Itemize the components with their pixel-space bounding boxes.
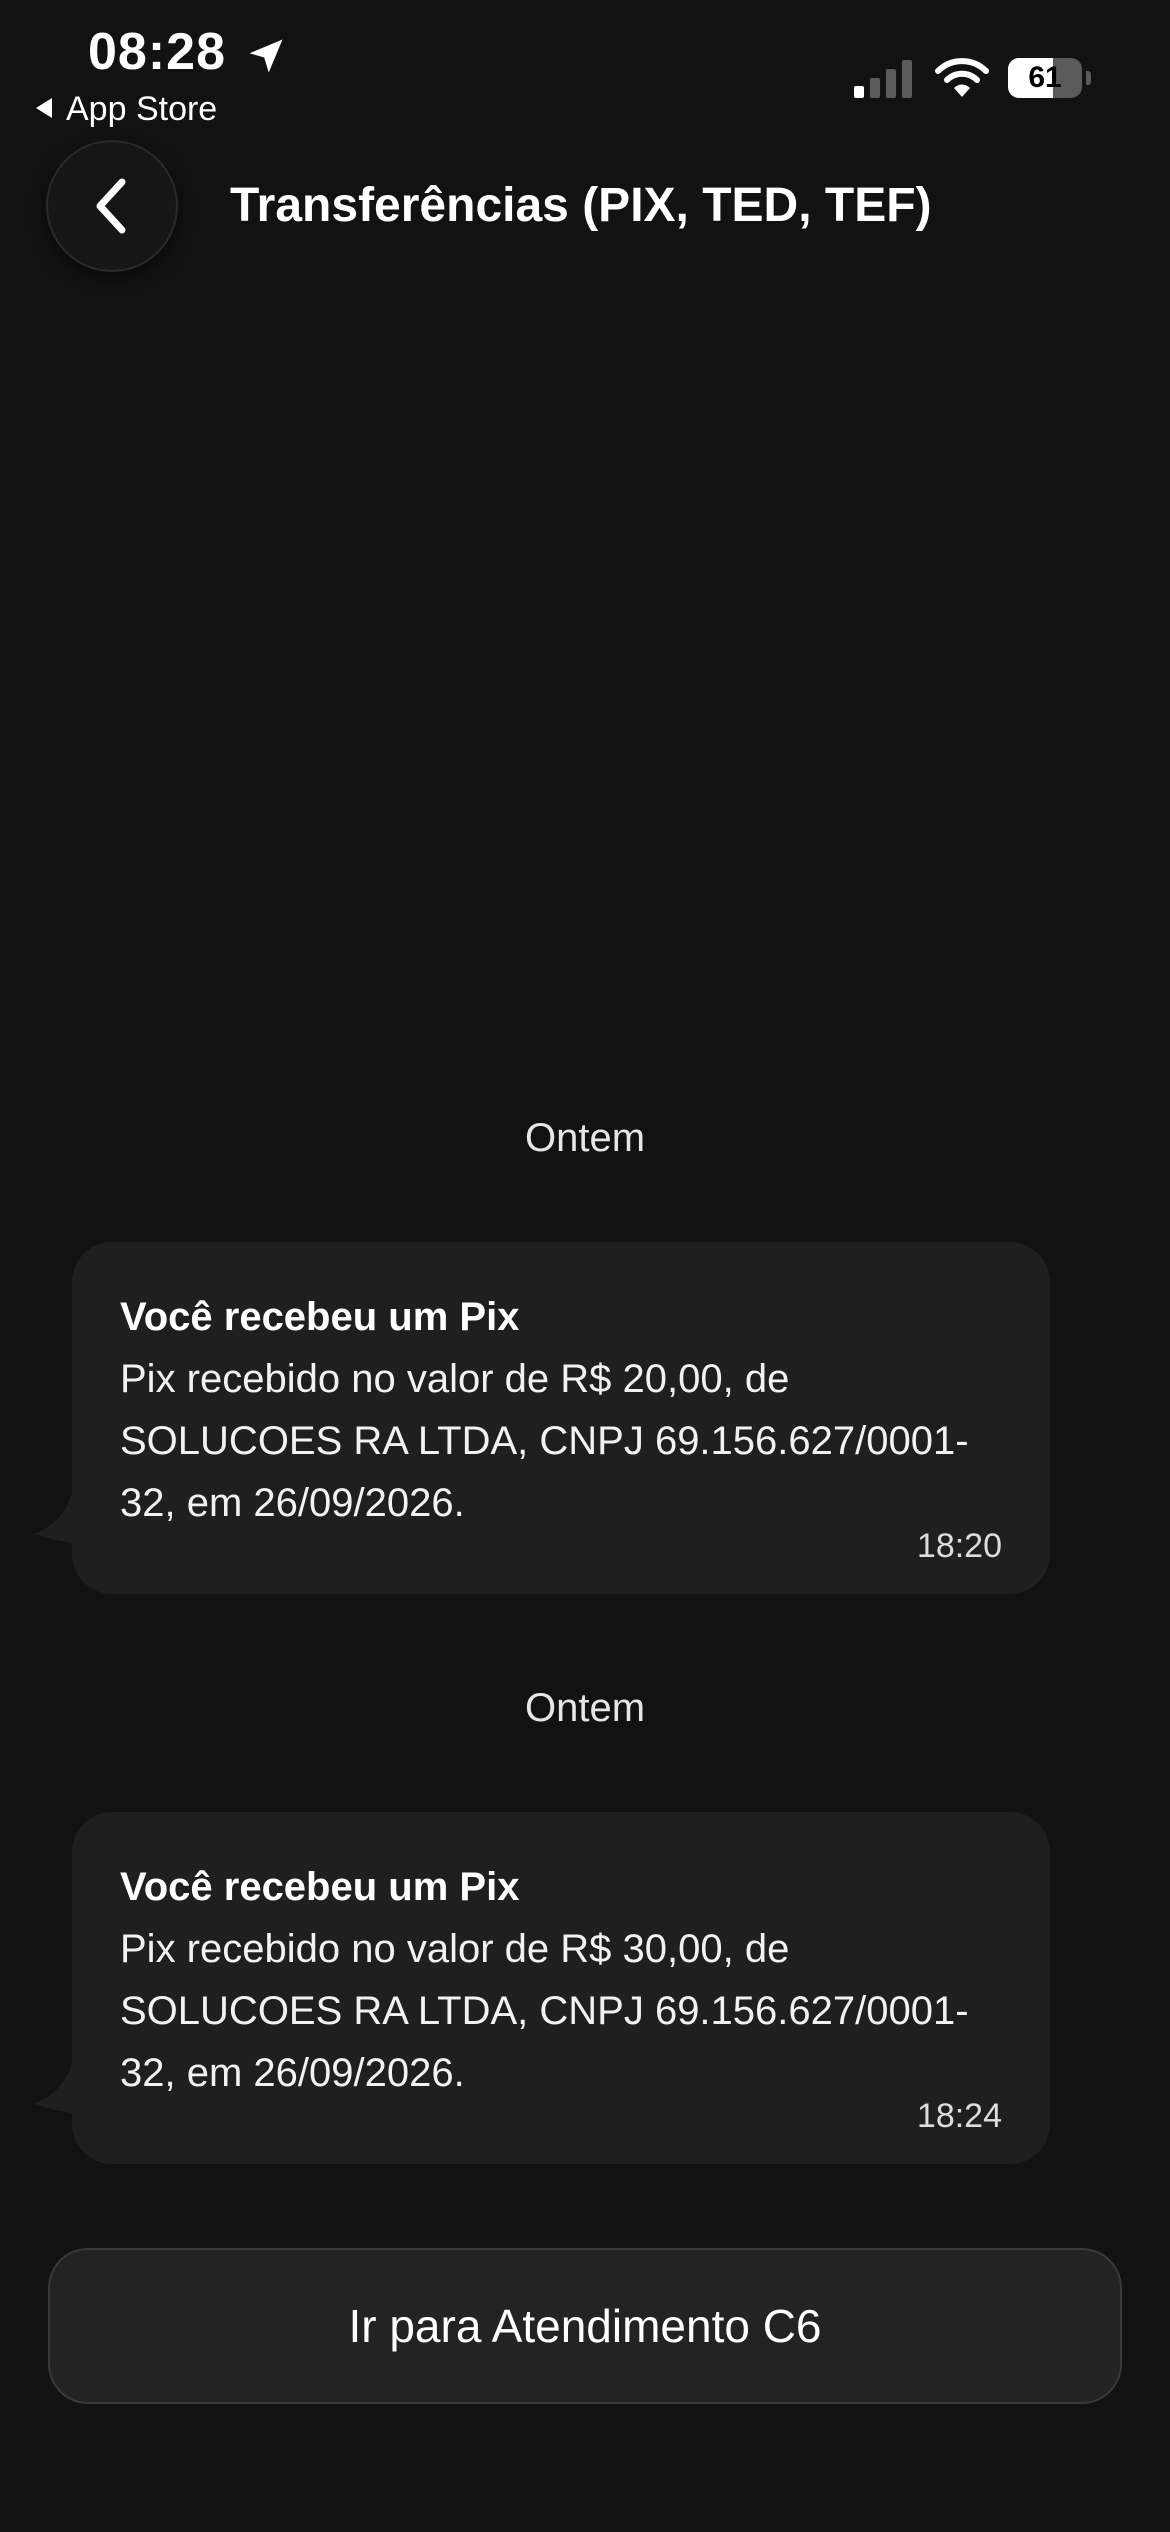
- message-time: 18:24: [916, 2097, 1002, 2135]
- message-body: Pix recebido no valor de R$ 30,00, de SO…: [120, 1927, 969, 2095]
- message-title: Você recebeu um Pix: [120, 1865, 520, 1909]
- battery-tip: [1086, 71, 1091, 85]
- chevron-left-icon: [96, 178, 126, 234]
- message-body: Pix recebido no valor de R$ 20,00, de SO…: [120, 1357, 969, 1525]
- page-title: Transferências (PIX, TED, TEF): [230, 179, 932, 232]
- back-to-app-label: App Store: [66, 90, 218, 128]
- status-time: 08:28: [88, 23, 226, 81]
- bubble-tail: [34, 1486, 94, 1546]
- wifi-icon: [935, 58, 989, 97]
- message-bubble: Você recebeu um Pix Pix recebido no valo…: [34, 1242, 1050, 1594]
- battery-icon: 61: [1008, 58, 1091, 98]
- message-title: Você recebeu um Pix: [120, 1295, 520, 1339]
- message-time: 18:20: [916, 1527, 1002, 1565]
- go-to-support-button[interactable]: Ir para Atendimento C6: [48, 2248, 1122, 2404]
- battery-level: 61: [1028, 61, 1062, 94]
- back-button[interactable]: [48, 142, 176, 270]
- location-arrow-icon: [249, 39, 283, 73]
- date-separator: Ontem: [524, 1686, 646, 1730]
- back-triangle-icon: [36, 98, 52, 119]
- message-bubble: Você recebeu um Pix Pix recebido no valo…: [34, 1812, 1050, 2164]
- bubble-tail: [34, 2056, 94, 2116]
- back-to-app-store-link[interactable]: App Store: [36, 90, 217, 129]
- cellular-signal-icon: [854, 60, 912, 98]
- status-bar: 08:28 App Store 61: [0, 0, 1170, 140]
- battery-body: 61: [1008, 58, 1082, 98]
- date-separator: Ontem: [524, 1116, 646, 1160]
